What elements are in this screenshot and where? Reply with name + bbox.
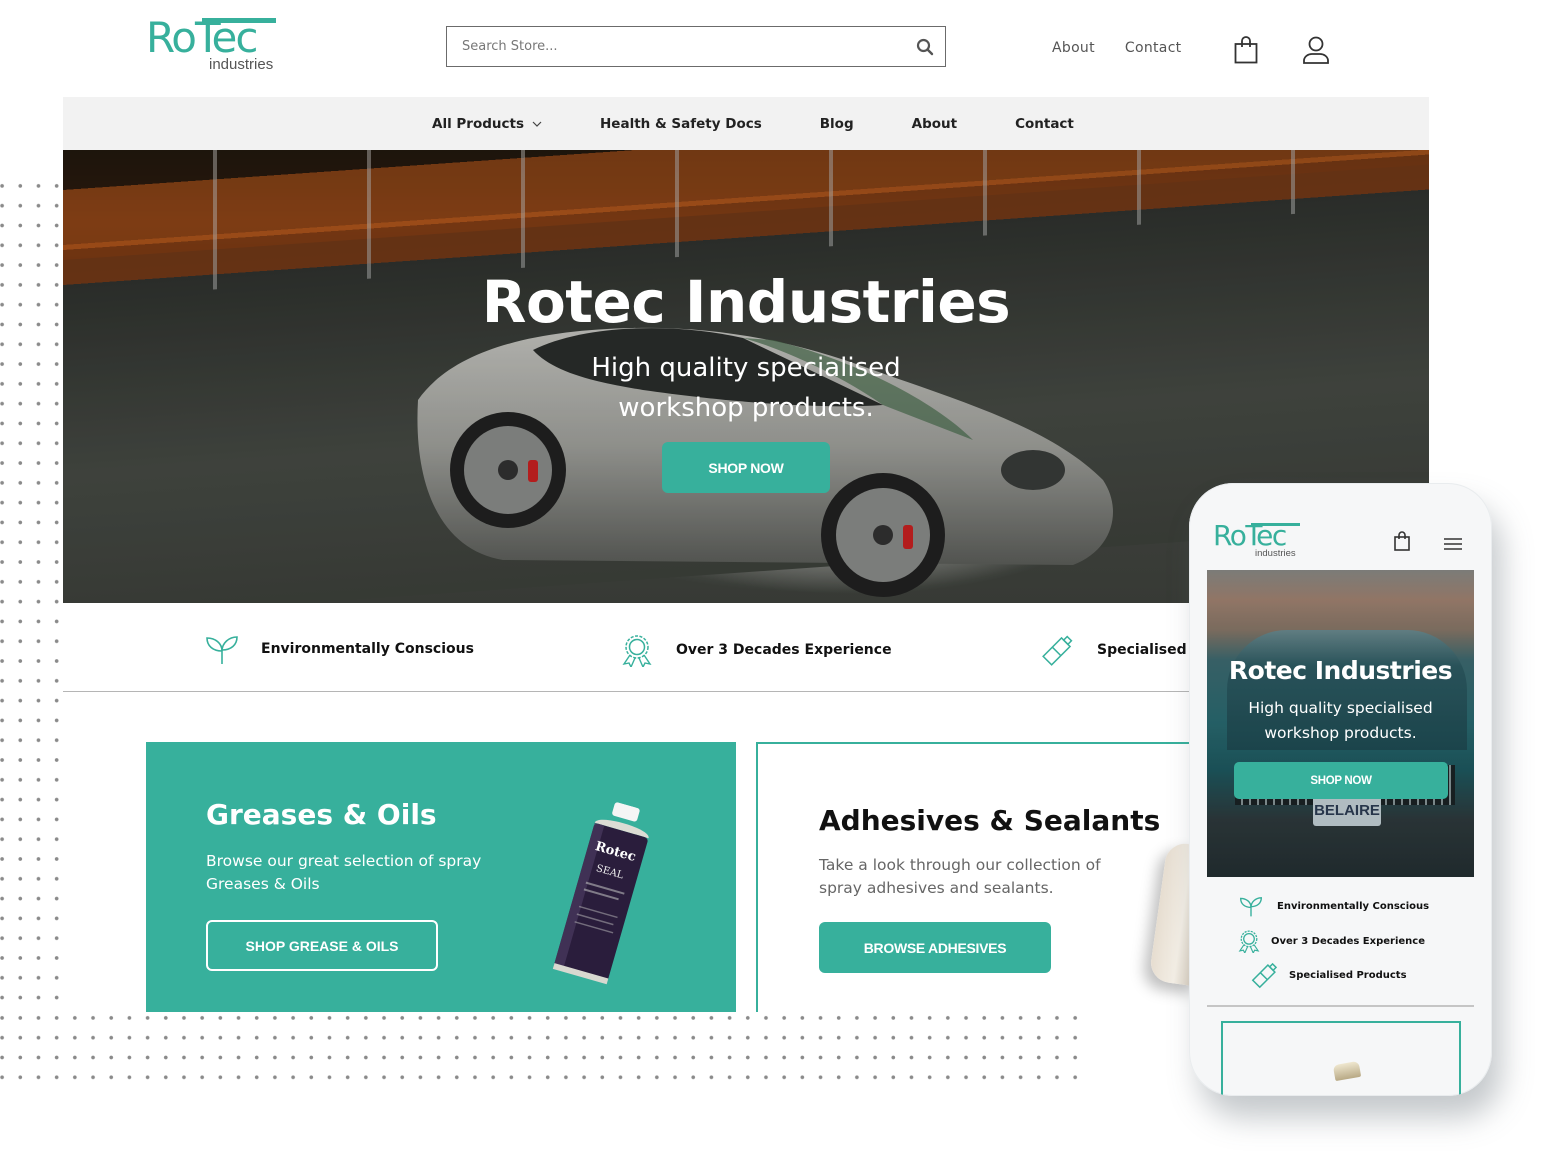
spray-can-product-image: Rotec SEAL: [552, 802, 649, 985]
nav-item-contact[interactable]: Contact: [1015, 116, 1074, 132]
search-icon[interactable]: [905, 27, 945, 66]
nav-label: Blog: [819, 115, 854, 132]
logo-subtitle: industries: [209, 56, 274, 73]
shop-now-button[interactable]: SHOP NOW: [662, 442, 830, 493]
logo-subtitle: industries: [1255, 548, 1296, 559]
nav-label: Health & Safety Docs: [600, 115, 762, 132]
dot-pattern-bottom: [0, 1008, 1083, 1088]
mobile-shop-now-button[interactable]: SHOP NOW: [1234, 762, 1448, 799]
nav-item-health-safety-docs[interactable]: Health & Safety Docs: [600, 116, 762, 132]
chevron-down-icon: [532, 121, 542, 127]
nav-item-blog[interactable]: Blog: [820, 116, 854, 132]
feature-label: Over 3 Decades Experience: [676, 642, 892, 658]
feature-environmentally-conscious: Environmentally Conscious: [205, 633, 474, 665]
mobile-logo[interactable]: RoTec industries: [1213, 521, 1303, 561]
hamburger-menu-icon[interactable]: [1444, 535, 1462, 554]
logo-bar: [202, 18, 276, 23]
header-link-contact[interactable]: Contact: [1125, 40, 1182, 56]
header-link-about[interactable]: About: [1052, 40, 1095, 56]
mobile-feature-specialised-products: Specialised Products: [1251, 961, 1407, 989]
spray-can-icon: [1251, 962, 1278, 989]
header-links: About Contact: [1052, 40, 1181, 56]
mobile-hero-subtitle: High quality specialised workshop produc…: [1207, 696, 1474, 746]
mobile-feature-over-3-decades: Over 3 Decades Experience: [1237, 929, 1425, 953]
hero-subtitle: High quality specialised workshop produc…: [63, 348, 1429, 428]
nav-label: About: [911, 115, 958, 132]
adhesives-sealants-card: Adhesives & Sealants Take a look through…: [756, 742, 1218, 1012]
mobile-divider: [1207, 1005, 1474, 1007]
mobile-feature-label: Environmentally Conscious: [1277, 900, 1430, 912]
hero-subtitle-line-2: workshop products.: [618, 393, 874, 423]
mobile-mockup: RoTec industries BELAIRE Rotec Industrie…: [1189, 483, 1492, 1096]
search-bar: [446, 26, 946, 67]
mobile-product-card: [1221, 1021, 1461, 1096]
sprout-icon: [1239, 897, 1263, 917]
dot-pattern-left: [0, 176, 66, 1008]
hero-title: Rotec Industries: [481, 268, 1011, 336]
award-ribbon-icon: [622, 635, 652, 667]
sprout-icon: [206, 636, 238, 664]
hero-subtitle-line-1: High quality specialised: [591, 353, 901, 383]
shop-grease-oils-button[interactable]: SHOP GREASE & OILS: [206, 920, 438, 971]
spray-can-icon: [1042, 635, 1073, 666]
mobile-hero: BELAIRE Rotec Industries High quality sp…: [1207, 570, 1474, 877]
award-ribbon-icon: [1238, 930, 1260, 953]
adhesives-title: Adhesives & Sealants: [819, 804, 1161, 837]
greases-oils-card: Greases & Oils Browse our great selectio…: [146, 742, 736, 1012]
mobile-hero-subtitle-line-2: workshop products.: [1264, 724, 1417, 742]
mobile-hero-title: Rotec Industries: [1228, 656, 1453, 685]
nav-item-all-products[interactable]: All Products: [432, 116, 542, 132]
mobile-feature-environmentally-conscious: Environmentally Conscious: [1239, 895, 1429, 917]
mobile-feature-label: Over 3 Decades Experience: [1271, 935, 1425, 947]
search-input[interactable]: [447, 27, 905, 66]
mobile-feature-label: Specialised Products: [1289, 969, 1407, 981]
browse-adhesives-button[interactable]: BROWSE ADHESIVES: [819, 922, 1051, 973]
greases-title: Greases & Oils: [206, 798, 437, 831]
main-nav: All Products Health & Safety Docs Blog A…: [63, 97, 1429, 150]
logo-bar: [1251, 523, 1300, 526]
nav-label: Contact: [1015, 115, 1074, 132]
adhesives-description: Take a look through our collection of sp…: [819, 856, 1101, 897]
nav-item-about[interactable]: About: [912, 116, 957, 132]
user-icon[interactable]: [1302, 36, 1330, 64]
shopping-bag-icon[interactable]: [1234, 36, 1258, 64]
feature-over-3-decades: Over 3 Decades Experience: [620, 633, 892, 667]
mobile-hero-subtitle-line-1: High quality specialised: [1248, 699, 1433, 717]
site-logo[interactable]: RoTec industries: [146, 16, 281, 76]
shopping-bag-icon[interactable]: [1394, 531, 1410, 555]
feature-label: Environmentally Conscious: [261, 641, 474, 657]
greases-description: Browse our great selection of spray Grea…: [206, 852, 482, 893]
nav-label: All Products: [432, 115, 524, 132]
